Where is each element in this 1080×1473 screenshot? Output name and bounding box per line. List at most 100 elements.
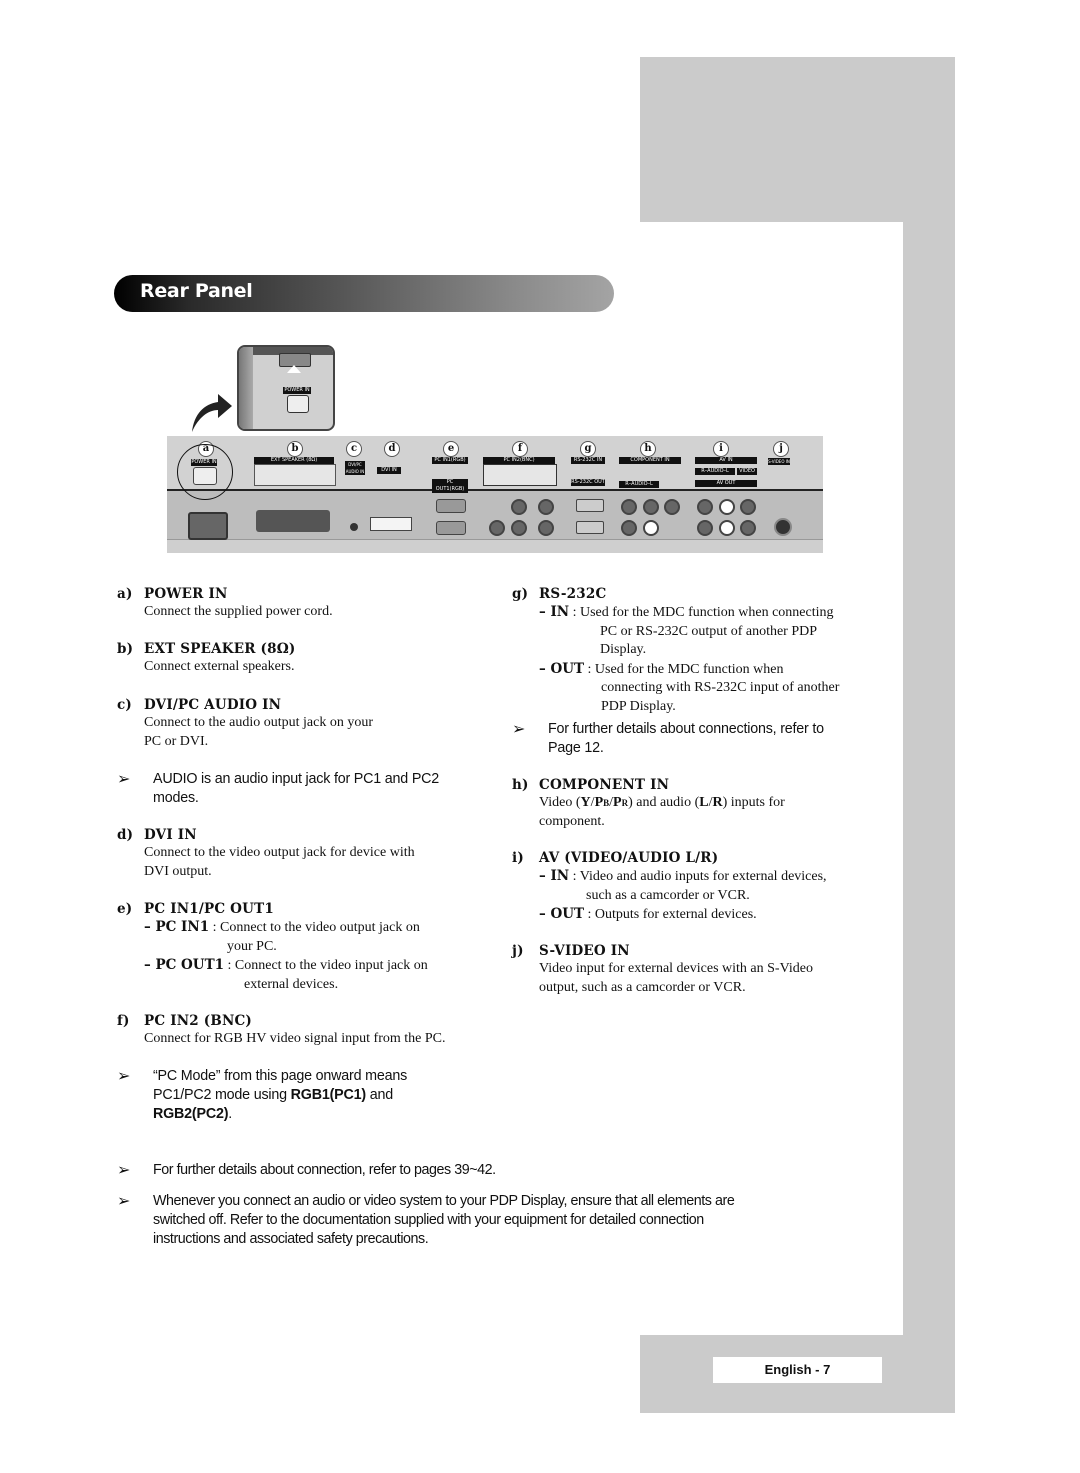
note-safety: ➢ Whenever you connect an audio or video… — [117, 1191, 837, 1249]
item-letter: f) — [117, 1013, 130, 1029]
rca-jack — [697, 499, 713, 515]
item-description-line: output, such as a camcorder or VCR. — [539, 979, 746, 995]
note-bold-text: RGB1(PC1) — [290, 1087, 366, 1103]
rca-jack — [719, 499, 735, 515]
rca-jack — [697, 520, 713, 536]
av-in-label: AV IN — [695, 457, 757, 464]
rca-jack — [643, 499, 659, 515]
item-e: e) PC IN1/PC OUT1 – PC IN1 : Connect to t… — [117, 901, 497, 994]
sub-text: external devices. — [244, 976, 339, 992]
note-arrow-icon: ➢ — [117, 1191, 131, 1210]
rca-jack — [740, 520, 756, 536]
item-a: a) POWER IN Connect the supplied power co… — [117, 586, 497, 622]
note-line: modes. — [153, 790, 199, 806]
component-audio-label: R–AUDIO–L — [619, 481, 659, 488]
sub-label: – PC OUT1 — [144, 957, 225, 973]
item-description-line: Video input for external devices with an… — [539, 961, 813, 976]
item-letter: a) — [117, 586, 133, 602]
sub-label: – OUT — [539, 660, 585, 677]
item-title: COMPONENT IN — [539, 777, 670, 793]
sub-text: PDP Display. — [601, 698, 676, 714]
ext-speaker-panel — [254, 464, 336, 486]
note-line: For further details about connection, re… — [153, 1162, 496, 1178]
note-text: . — [228, 1106, 233, 1122]
rca-jack — [664, 499, 680, 515]
callout-c: c — [346, 441, 362, 457]
bnc-jack — [489, 520, 505, 536]
item-letter: j) — [512, 943, 524, 959]
item-b: b) EXT SPEAKER (8Ω) Connect external spea… — [117, 641, 497, 677]
pc-in1-label: PC IN1(RGB) — [432, 457, 468, 464]
rca-jack — [719, 520, 735, 536]
sub-text: such as a camcorder or VCR. — [586, 887, 750, 903]
inset-power-socket — [287, 395, 309, 413]
s-video-port — [774, 518, 792, 536]
note-line: AUDIO is an audio input jack for PC1 and… — [153, 771, 440, 787]
note-line: Page 12. — [548, 740, 604, 756]
item-description: Connect the supplied power cord. — [144, 604, 333, 619]
bnc-jack — [538, 520, 554, 536]
pc-in2-label: PC IN2(BNC) — [483, 457, 555, 464]
power-in-port — [188, 512, 228, 540]
item-j: j) S-VIDEO IN Video input for external de… — [512, 943, 892, 997]
sub-text: : Used for the MDC function when — [587, 661, 784, 677]
note-arrow-icon: ➢ — [117, 1160, 131, 1179]
callout-i: i — [713, 441, 729, 457]
item-description: Connect for RGB HV video signal input fr… — [144, 1031, 446, 1046]
sub-label: – OUT — [539, 906, 585, 922]
note-pc-mode: ➢ “PC Mode” from this page onward means … — [117, 1066, 497, 1124]
sub-text: Display. — [600, 642, 647, 657]
sub-text: your PC. — [227, 938, 277, 954]
item-f: f) PC IN2 (BNC) Connect for RGB HV video … — [117, 1013, 497, 1049]
rs232c-out-label: RS-232C OUT — [571, 479, 605, 486]
item-letter: e) — [117, 901, 133, 917]
item-letter: h) — [512, 777, 529, 793]
note-audio: ➢ AUDIO is an audio input jack for PC1 a… — [117, 769, 497, 808]
av-video-label: VIDEO — [737, 468, 757, 475]
sub-text: : Outputs for external devices. — [587, 907, 757, 922]
power-in-socket — [193, 467, 217, 485]
side-tab-strip — [903, 222, 955, 1335]
rs232c-in-label: RS-232C IN — [571, 457, 605, 464]
dvi-pc-audio-jack — [350, 523, 358, 531]
rca-jack — [621, 520, 637, 536]
item-title: EXT SPEAKER (8Ω) — [144, 641, 296, 657]
note-arrow-icon: ➢ — [512, 719, 526, 738]
item-letter: d) — [117, 827, 134, 843]
sub-text: : Video and audio inputs for external de… — [572, 869, 827, 884]
item-description-line: Video (Y/PB/PR) and audio (L/R) inputs f… — [539, 795, 785, 810]
sub-label: – IN — [539, 868, 570, 884]
sub-text: PC or RS-232C output of another PDP — [600, 623, 818, 639]
item-description: Connect external speakers. — [144, 659, 295, 674]
up-arrow-icon — [287, 365, 301, 373]
curved-arrow-icon — [192, 394, 232, 432]
item-letter: g) — [512, 586, 529, 602]
item-description-line: PC or DVI. — [144, 733, 209, 749]
item-title: POWER IN — [144, 586, 228, 602]
item-description-line: Connect to the audio output jack on your — [144, 715, 374, 730]
pc-out1-label: PC OUT1(RGB) — [432, 479, 468, 493]
rca-jack — [740, 499, 756, 515]
item-title: RS-232C — [539, 586, 607, 602]
power-inset-illustration: POWER IN — [237, 345, 335, 431]
note-arrow-icon: ➢ — [117, 1066, 131, 1085]
callout-h: h — [640, 441, 656, 457]
item-description-line: DVI output. — [144, 863, 212, 879]
pc-in1-port — [436, 499, 466, 513]
pc-out1-port — [436, 521, 466, 535]
dvi-in-label: DVI IN — [377, 467, 401, 474]
note-line: switched off. Refer to the documentation… — [153, 1212, 704, 1228]
bnc-jack — [511, 520, 527, 536]
component-in-label: COMPONENT IN — [619, 457, 681, 464]
av-out-label: AV OUT — [695, 480, 757, 487]
callout-d: d — [384, 441, 400, 457]
rs232c-in-port — [576, 499, 604, 512]
note-line: “PC Mode” from this page onward means — [153, 1068, 408, 1084]
sub-text: : Used for the MDC function when connect… — [572, 605, 834, 620]
ext-speaker-ports — [256, 510, 330, 532]
item-letter: c) — [117, 697, 133, 713]
note-text: and — [365, 1087, 393, 1103]
dvi-pc-audio-label: DVI/PC AUDIO IN — [345, 461, 365, 475]
item-c: c) DVI/PC AUDIO IN Connect to the audio o… — [117, 697, 497, 751]
inset-power-label: POWER IN — [283, 387, 311, 394]
